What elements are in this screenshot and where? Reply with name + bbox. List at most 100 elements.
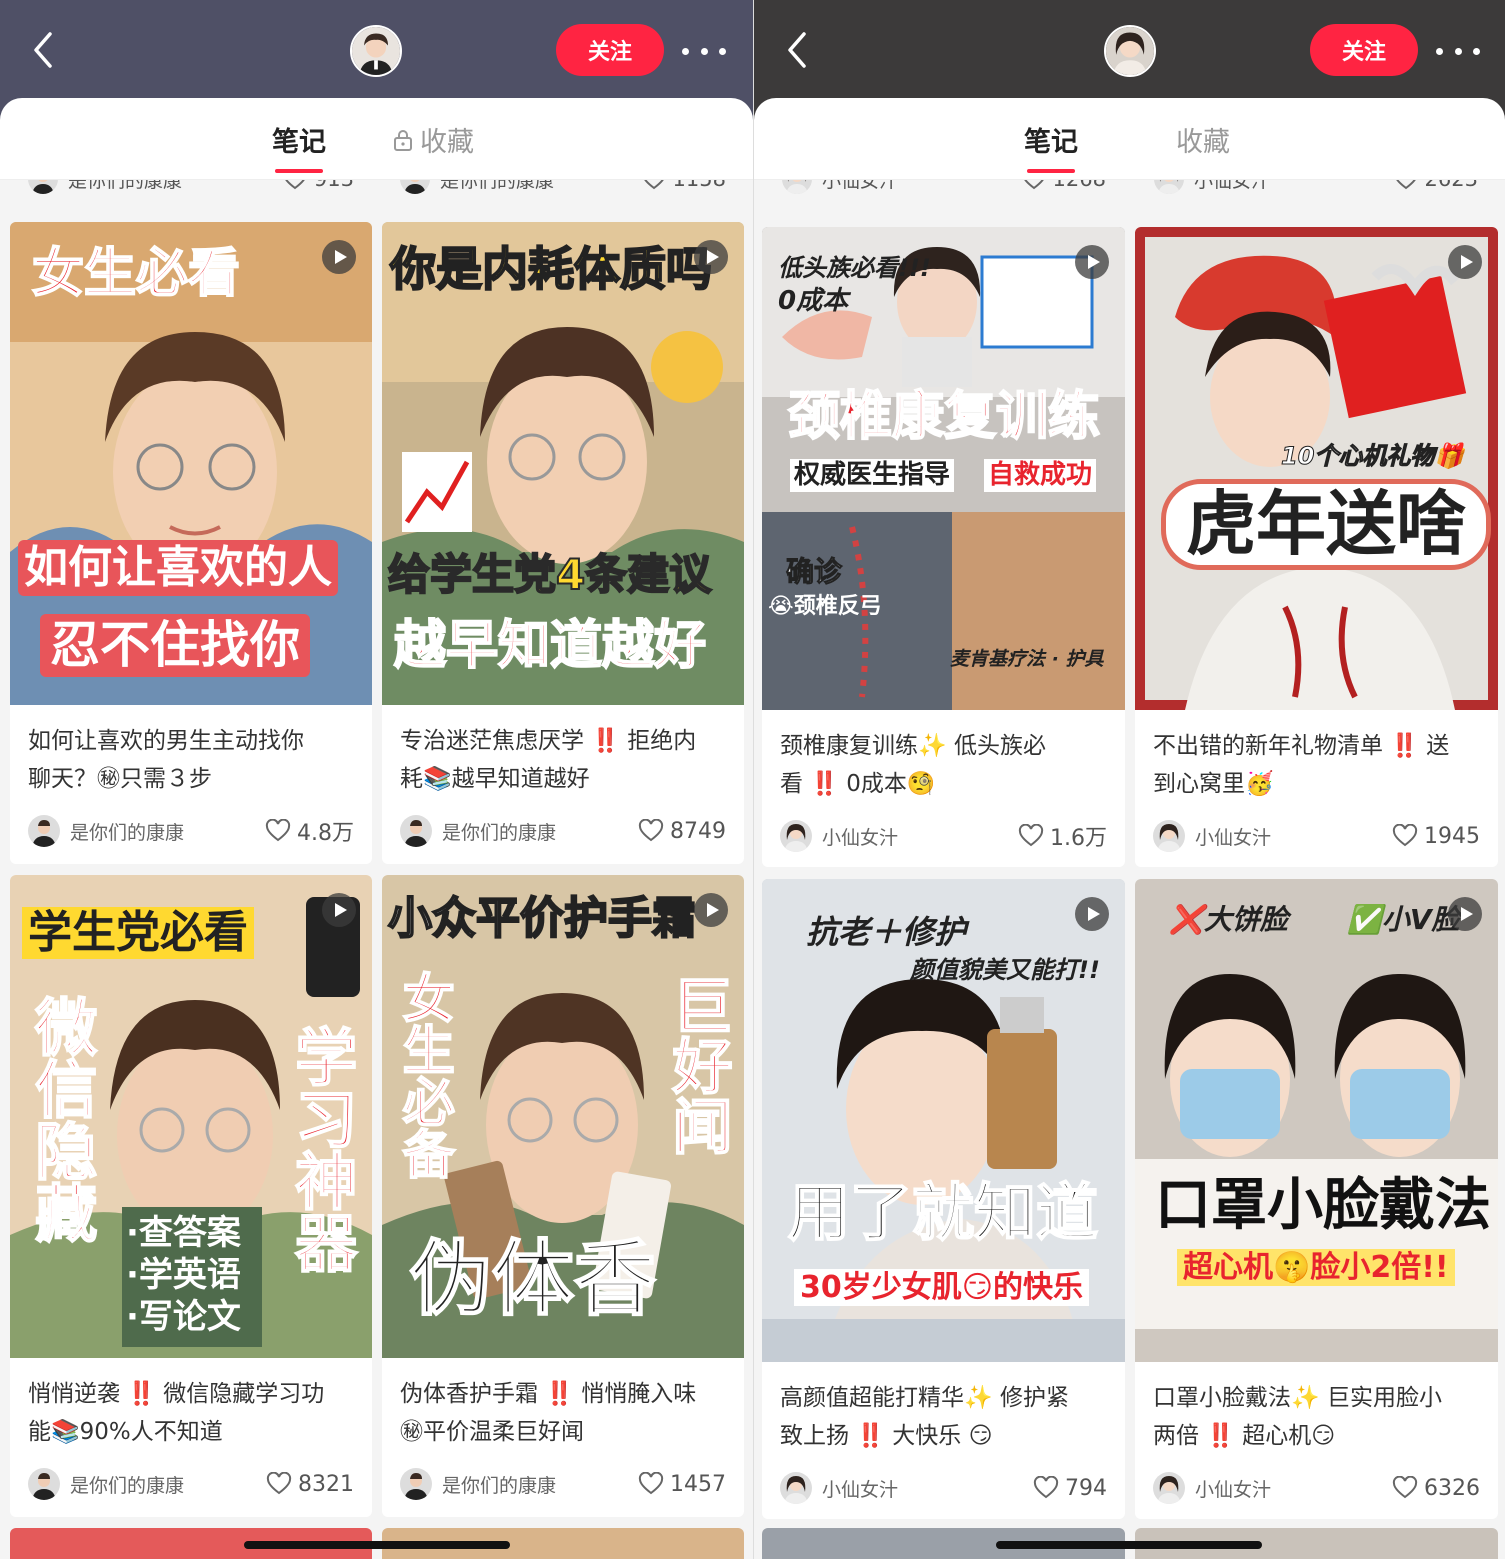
like-button[interactable]: 794 bbox=[1033, 1476, 1107, 1501]
note-card[interactable]: ❌大饼脸 ✅小V脸 口罩小脸戴法 超心机🤫脸小2倍!! 口罩小脸戴法✨ 巨实用脸… bbox=[1135, 879, 1498, 1519]
like-count-value: 1457 bbox=[670, 1471, 726, 1497]
cover-caption: 麦肯基疗法 · 护具 bbox=[950, 648, 1104, 670]
note-title[interactable]: 专治迷茫焦虑厌学 ‼️ 拒绝内 耗📚越早知道越好 bbox=[400, 722, 728, 798]
like-button[interactable]: 1945 bbox=[1392, 824, 1480, 849]
note-title[interactable]: 伪体香护手霜 ‼️ 悄悄腌入味 ㊙平价温柔巨好闻 bbox=[400, 1375, 728, 1451]
cover-caption: 超心机🤫脸小2倍!! bbox=[1177, 1249, 1455, 1286]
cover-headline: 小众平价护手霜 bbox=[387, 893, 697, 944]
cover-caption: 颜值貌美又能打!! bbox=[910, 956, 1100, 984]
cover-caption: 😭颈椎反弓 bbox=[768, 594, 882, 619]
note-card[interactable]: 10个心机礼物🎁 虎年送啥 不出错的新年礼物清单 ‼️ 送 到心窝里🥳 小仙女汁… bbox=[1135, 227, 1498, 867]
note-cover[interactable]: 抗老＋修护 颜值貌美又能打!! 用了就知道 30岁少女肌😏的快乐 bbox=[762, 879, 1125, 1362]
like-button[interactable]: 8321 bbox=[266, 1472, 354, 1497]
like-count-value: 4.8万 bbox=[297, 821, 354, 846]
heart-icon bbox=[1392, 1476, 1418, 1500]
author-name[interactable]: 是你们的康康 bbox=[442, 818, 638, 845]
cover-caption: 权威医生指导 bbox=[790, 459, 955, 492]
author-avatar[interactable] bbox=[400, 1468, 432, 1500]
note-card[interactable]: 低头族必看!!! 0成本 颈椎康复训练 权威医生指导 自救成功 确诊 😭颈椎反弓… bbox=[762, 227, 1125, 867]
note-meta: 是你们的康康 8321 bbox=[28, 1467, 354, 1501]
like-button[interactable]: 1457 bbox=[638, 1472, 726, 1497]
author-name[interactable]: 小仙女汁 bbox=[1195, 823, 1392, 850]
author-name[interactable]: 小仙女汁 bbox=[1195, 1475, 1392, 1502]
author-avatar[interactable] bbox=[1153, 820, 1185, 852]
heart-icon bbox=[266, 1472, 292, 1496]
author-name[interactable]: 是你们的康康 bbox=[70, 1471, 266, 1498]
cover-caption: 30岁少女肌😏的快乐 bbox=[794, 1269, 1090, 1306]
back-button[interactable] bbox=[28, 30, 68, 74]
note-cover[interactable]: 10个心机礼物🎁 虎年送啥 bbox=[1135, 227, 1498, 710]
more-options-button[interactable] bbox=[682, 38, 726, 64]
cover-caption: ✅小V脸 bbox=[1347, 903, 1460, 936]
tab-collections[interactable]: 收藏 bbox=[392, 120, 474, 159]
note-meta: 是你们的康康 1457 bbox=[400, 1467, 726, 1501]
more-options-button[interactable] bbox=[1436, 38, 1480, 64]
note-title[interactable]: 口罩小脸戴法✨ 巨实用脸小 两倍 ‼️ 超心机😏 bbox=[1153, 1379, 1482, 1455]
profile-tabs: 笔记 收藏 bbox=[754, 98, 1505, 180]
note-cover[interactable]: 小众平价护手霜 女生必备 巨好闻 伪体香 bbox=[382, 875, 744, 1358]
note-title[interactable]: 颈椎康复训练✨ 低头族必 看 ‼️ 0成本🧐 bbox=[780, 727, 1109, 803]
note-title[interactable]: 如何让喜欢的男生主动找你 聊天？㊙只需３步 bbox=[28, 722, 356, 798]
avatar[interactable] bbox=[1104, 25, 1156, 77]
like-count-value: 8321 bbox=[298, 1471, 354, 1497]
avatar[interactable] bbox=[350, 25, 402, 77]
note-card[interactable]: 你是内耗体质吗 给学生党4条建议 越早知道越好 专治迷茫焦虑厌学 ‼️ 拒绝内 … bbox=[382, 222, 744, 864]
video-play-icon bbox=[694, 893, 728, 927]
follow-button[interactable]: 关注 bbox=[1310, 24, 1418, 76]
author-avatar[interactable] bbox=[1153, 1472, 1185, 1504]
like-count-value: 6326 bbox=[1424, 1475, 1480, 1501]
note-title[interactable]: 高颜值超能打精华✨ 修护紧 致上扬 ‼️ 大快乐 😏 bbox=[780, 1379, 1109, 1455]
note-title-line: 专治迷茫焦虑厌学 ‼️ 拒绝内 bbox=[400, 728, 697, 754]
author-name[interactable]: 小仙女汁 bbox=[822, 823, 1018, 850]
note-card[interactable]: 女生必看 如何让喜欢的人 忍不住找你 如何让喜欢的男生主动找你 聊天？㊙只需３步… bbox=[10, 222, 372, 864]
note-title-line: 能📚90%人不知道 bbox=[28, 1419, 223, 1445]
back-button[interactable] bbox=[782, 30, 822, 74]
author-avatar[interactable] bbox=[780, 1472, 812, 1504]
note-cover[interactable]: 你是内耗体质吗 给学生党4条建议 越早知道越好 bbox=[382, 222, 744, 705]
home-indicator bbox=[996, 1541, 1262, 1549]
chevron-left-icon bbox=[788, 32, 806, 68]
author-name[interactable]: 小仙女汁 bbox=[822, 1475, 1033, 1502]
author-avatar[interactable] bbox=[28, 1468, 60, 1500]
note-card[interactable]: 小众平价护手霜 女生必备 巨好闻 伪体香 伪体香护手霜 ‼️ 悄悄腌入味 ㊙平价… bbox=[382, 875, 744, 1517]
profile-tabs: 笔记 收藏 bbox=[0, 98, 753, 180]
like-button[interactable]: 4.8万 bbox=[265, 815, 354, 847]
tab-notes[interactable]: 笔记 bbox=[272, 120, 326, 173]
like-button[interactable]: 1.6万 bbox=[1018, 820, 1107, 852]
author-name[interactable]: 是你们的康康 bbox=[442, 1471, 638, 1498]
home-indicator bbox=[244, 1541, 510, 1549]
follow-button[interactable]: 关注 bbox=[556, 24, 664, 76]
author-avatar[interactable] bbox=[780, 820, 812, 852]
note-title-line: 聊天？㊙只需３步 bbox=[28, 766, 212, 792]
cover-headline: 给学生党4条建议 bbox=[387, 550, 712, 599]
chevron-left-icon bbox=[34, 32, 52, 68]
note-card[interactable]: 学生党必看 微信隐藏 学习神器 ·查答案 ·学英语 ·写论文 悄悄逆袭 ‼️ 微… bbox=[10, 875, 372, 1517]
note-title-line: 如何让喜欢的男生主动找你 bbox=[28, 728, 304, 754]
note-title-line: 两倍 ‼️ 超心机😏 bbox=[1153, 1423, 1336, 1449]
cover-caption: 自救成功 bbox=[984, 459, 1097, 492]
note-cover[interactable]: 低头族必看!!! 0成本 颈椎康复训练 权威医生指导 自救成功 确诊 😭颈椎反弓… bbox=[762, 227, 1125, 710]
note-cover[interactable]: 女生必看 如何让喜欢的人 忍不住找你 bbox=[10, 222, 372, 705]
tab-collections[interactable]: 收藏 bbox=[1176, 120, 1230, 159]
like-button[interactable]: 8749 bbox=[638, 819, 726, 844]
note-cover[interactable]: ❌大饼脸 ✅小V脸 口罩小脸戴法 超心机🤫脸小2倍!! bbox=[1135, 879, 1498, 1362]
note-title[interactable]: 不出错的新年礼物清单 ‼️ 送 到心窝里🥳 bbox=[1153, 727, 1482, 803]
like-count-value: 1.6万 bbox=[1050, 826, 1107, 851]
note-card[interactable]: 抗老＋修护 颜值貌美又能打!! 用了就知道 30岁少女肌😏的快乐 高颜值超能打精… bbox=[762, 879, 1125, 1519]
cover-bullet: ·写论文 bbox=[126, 1297, 241, 1337]
cover-bullet: ·学英语 bbox=[126, 1255, 241, 1295]
note-cover[interactable]: 学生党必看 微信隐藏 学习神器 ·查答案 ·学英语 ·写论文 bbox=[10, 875, 372, 1358]
note-title-line: 悄悄逆袭 ‼️ 微信隐藏学习功 bbox=[28, 1381, 325, 1407]
tab-notes[interactable]: 笔记 bbox=[1024, 120, 1078, 173]
author-avatar[interactable] bbox=[28, 815, 60, 847]
cover-headline: 颈椎康复训练 bbox=[787, 387, 1101, 447]
like-button[interactable]: 6326 bbox=[1392, 1476, 1480, 1501]
note-title-line: 口罩小脸戴法✨ 巨实用脸小 bbox=[1153, 1385, 1442, 1411]
note-title[interactable]: 悄悄逆袭 ‼️ 微信隐藏学习功 能📚90%人不知道 bbox=[28, 1375, 356, 1451]
author-name[interactable]: 是你们的康康 bbox=[70, 818, 265, 845]
cover-headline: 女生必备 bbox=[392, 970, 454, 1180]
heart-icon bbox=[1033, 1476, 1059, 1500]
cover-headline: 虎年送啥 bbox=[1161, 479, 1491, 570]
author-avatar[interactable] bbox=[400, 815, 432, 847]
like-count-value: 8749 bbox=[670, 818, 726, 844]
